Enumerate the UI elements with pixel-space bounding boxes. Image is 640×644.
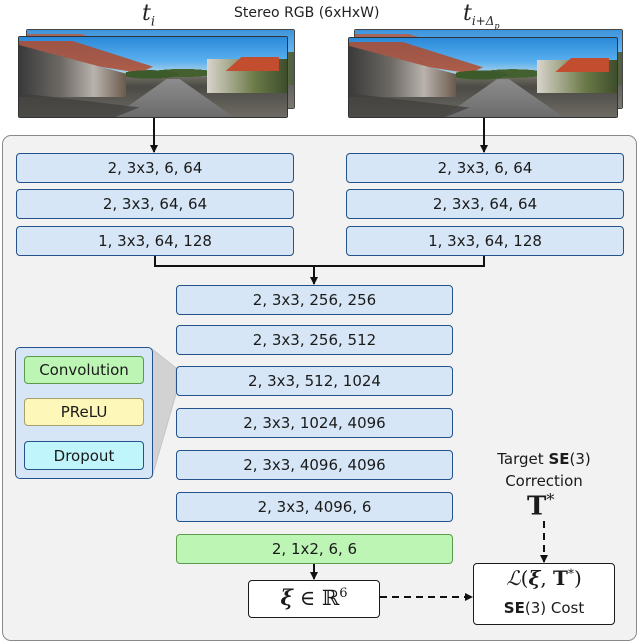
target-line-2: Correction bbox=[505, 472, 583, 490]
output-pose-formula: ξ ∈ ℝ6 bbox=[249, 585, 379, 610]
separator: , bbox=[540, 566, 554, 590]
loss-label: SE(3) Cost bbox=[474, 599, 614, 617]
trunk-layer: 2, 3x3, 512, 1024 bbox=[176, 366, 453, 396]
xi-symbol: ξ bbox=[280, 585, 293, 610]
xi-symbol: ξ bbox=[528, 566, 541, 590]
left-branch-layer: 2, 3x3, 6, 64 bbox=[16, 153, 294, 183]
trunk-layer: 2, 3x3, 4096, 6 bbox=[176, 492, 453, 522]
paren-close: ) bbox=[573, 566, 582, 590]
right-branch-layer: 2, 3x3, 6, 64 bbox=[346, 153, 624, 183]
trunk-layer: 2, 3x3, 256, 512 bbox=[176, 325, 453, 355]
right-branch-layer: 2, 3x3, 64, 64 bbox=[346, 189, 624, 219]
loss-symbol: ℒ bbox=[506, 566, 521, 590]
trunk-layer: 2, 3x3, 256, 256 bbox=[176, 285, 453, 315]
legend-dropout: Dropout bbox=[24, 441, 144, 470]
target-label: Target SE(3) Correction bbox=[484, 450, 604, 490]
trunk-layer: 2, 3x3, 1024, 4096 bbox=[176, 408, 453, 438]
cost-label: (3) Cost bbox=[524, 599, 585, 617]
loss-box: ℒ(ξ, T*) SE(3) Cost bbox=[473, 563, 615, 625]
target-prefix: Target bbox=[497, 450, 549, 468]
se-group-label: SE bbox=[503, 599, 525, 617]
legend-prelu: PReLU bbox=[24, 398, 144, 426]
element-of-symbol: ∈ bbox=[299, 586, 316, 610]
target-T: T bbox=[553, 566, 568, 590]
target-star: * bbox=[546, 490, 555, 509]
legend-convolution: Convolution bbox=[24, 356, 144, 384]
target-suffix: (3) bbox=[569, 450, 591, 468]
target-T: T bbox=[527, 491, 547, 522]
legend-zoom-callout bbox=[151, 347, 177, 478]
output-pose-box: ξ ∈ ℝ6 bbox=[248, 580, 380, 618]
trunk-layer: 2, 3x3, 4096, 4096 bbox=[176, 450, 453, 480]
dimension-exponent: 6 bbox=[339, 586, 348, 601]
right-branch-layer: 1, 3x3, 64, 128 bbox=[346, 226, 624, 256]
final-conv-layer: 2, 1x2, 6, 6 bbox=[176, 534, 453, 564]
target-symbol: T* bbox=[527, 490, 554, 522]
se-group-label: SE bbox=[548, 450, 570, 468]
target-line-1: Target SE(3) bbox=[484, 450, 604, 468]
left-branch-layer: 1, 3x3, 64, 128 bbox=[16, 226, 294, 256]
loss-formula: ℒ(ξ, T*) bbox=[474, 566, 614, 590]
merge-connector bbox=[154, 255, 485, 267]
real-space-symbol: ℝ bbox=[321, 586, 340, 610]
left-branch-layer: 2, 3x3, 64, 64 bbox=[16, 189, 294, 219]
